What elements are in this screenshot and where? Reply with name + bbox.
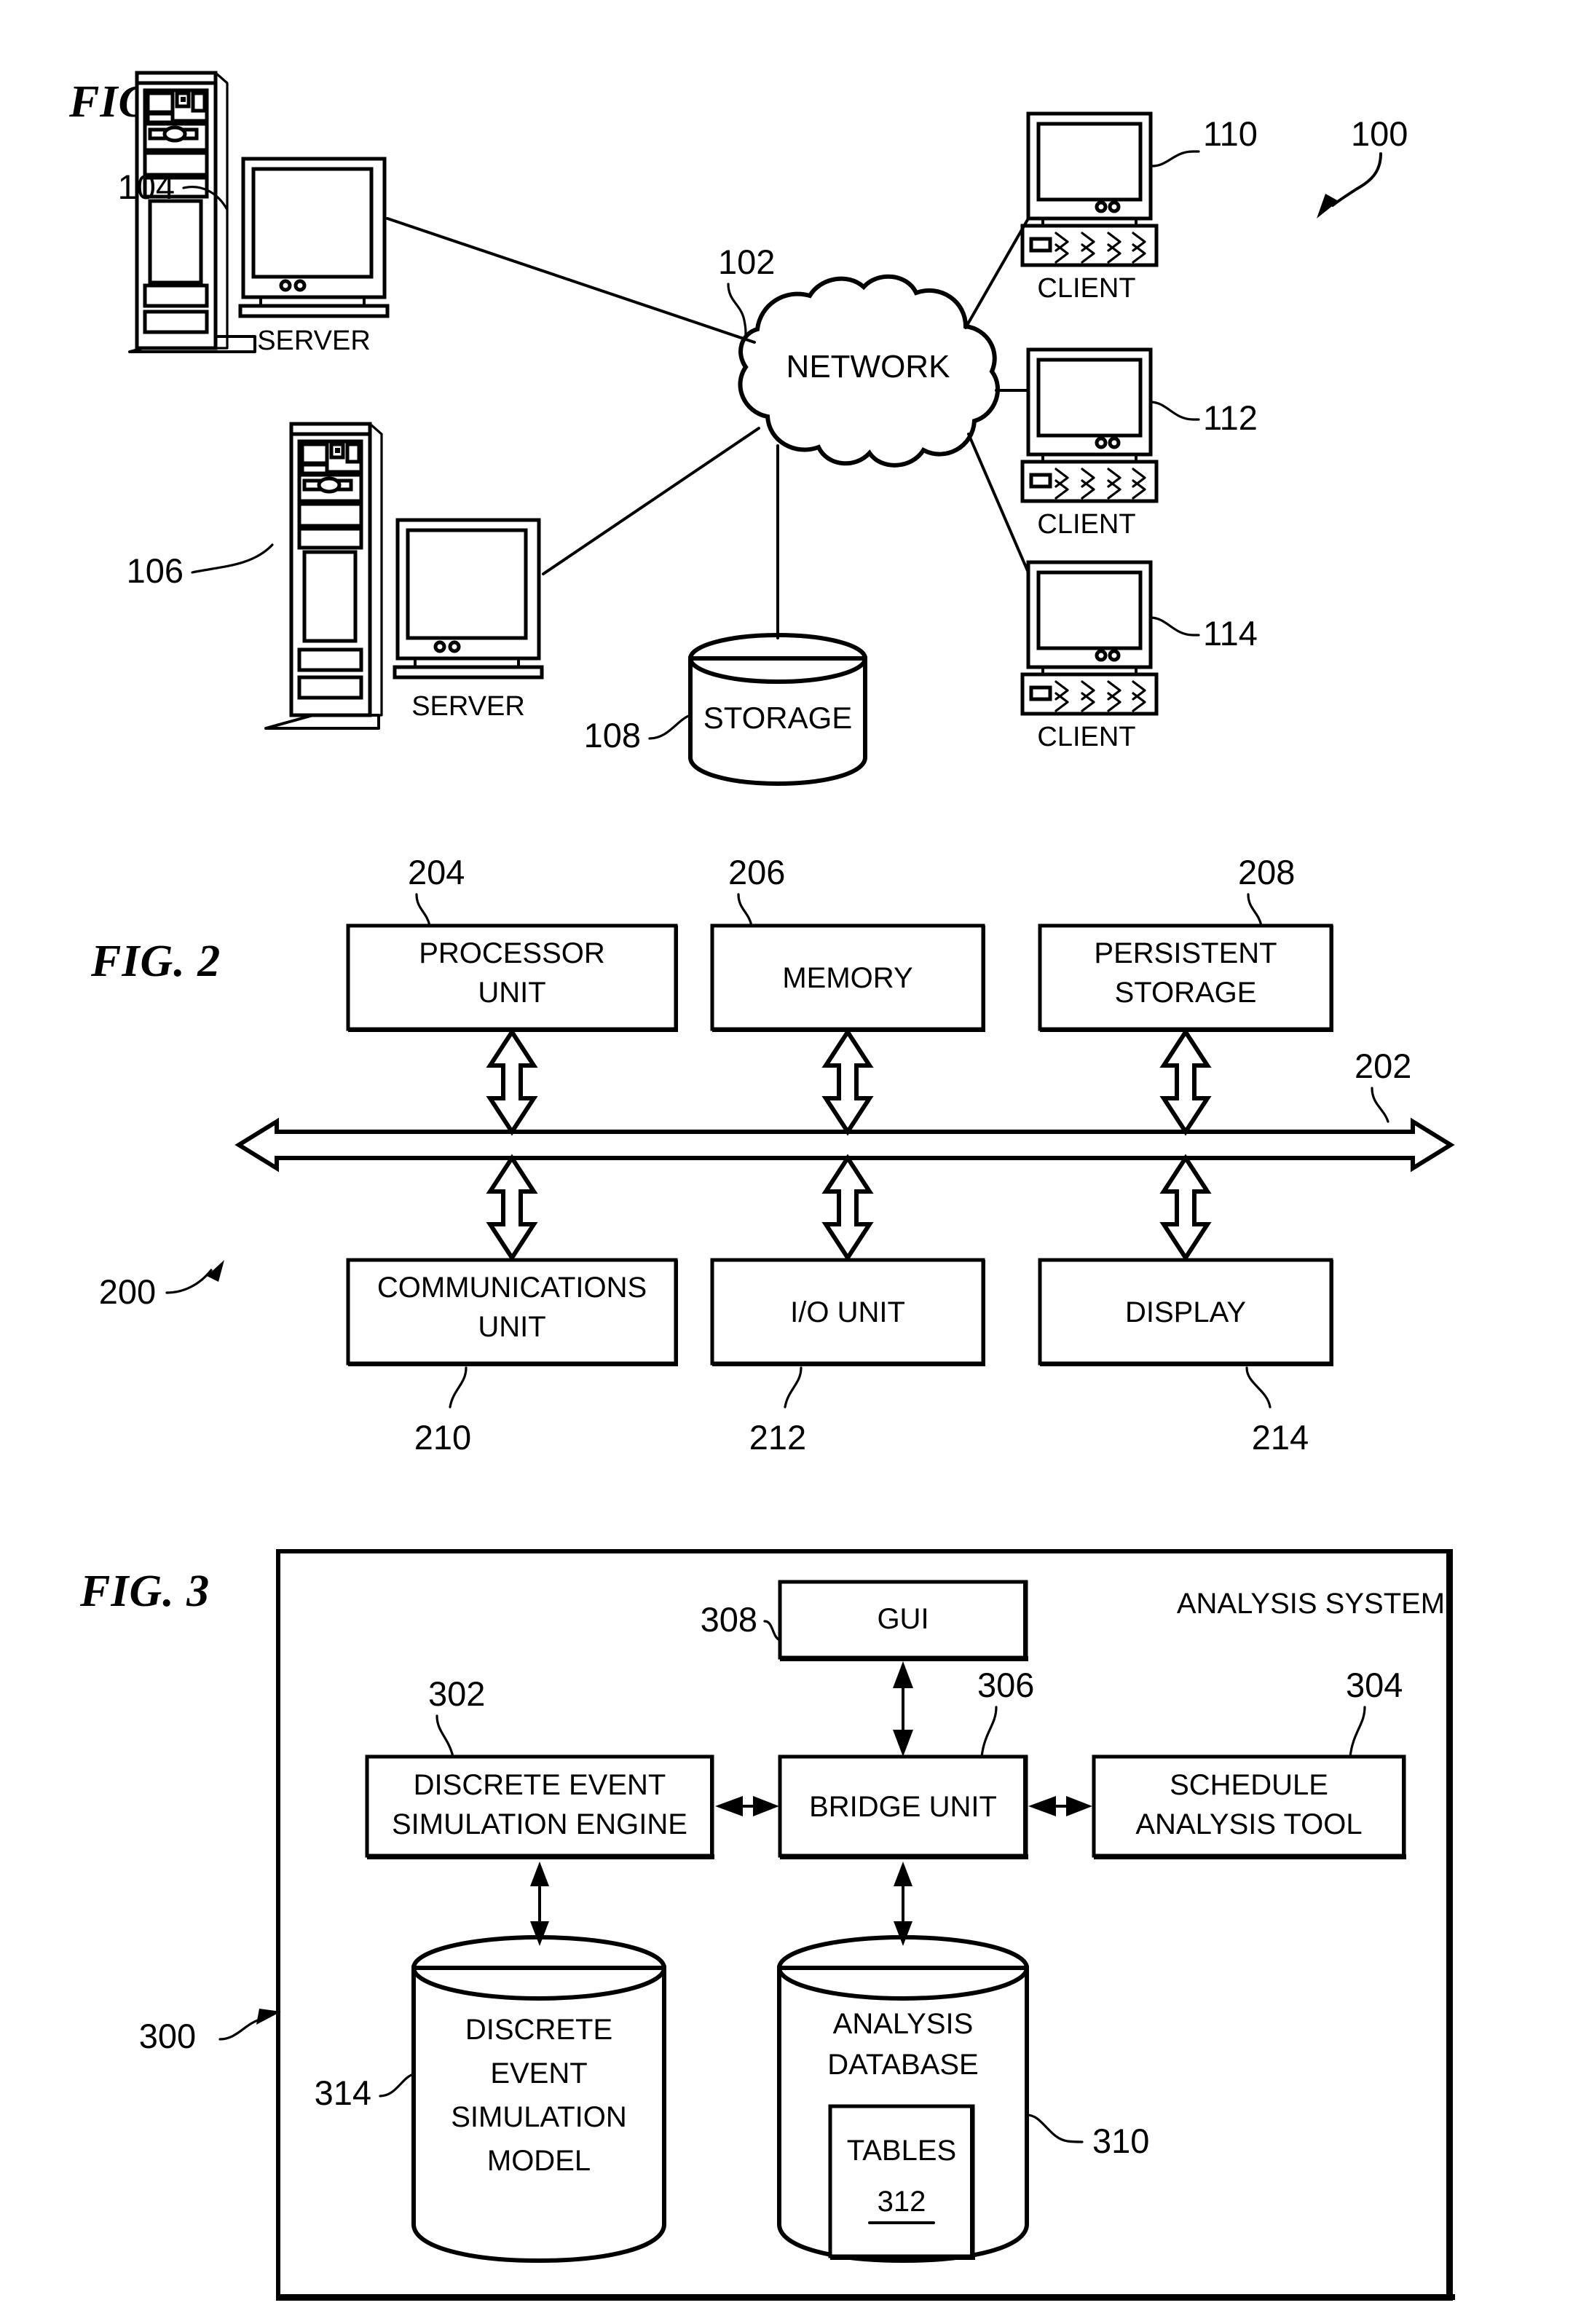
fig3-cyl-0-line-2: SIMULATION xyxy=(451,2101,627,2133)
client-114: CLIENT xyxy=(1020,560,1159,752)
fig2-box-0-ref: 204 xyxy=(408,853,465,891)
fig2-box-memory: MEMORY xyxy=(710,923,985,1032)
fig1-system-ref: 100 xyxy=(1351,114,1408,153)
fig3-title: FIG. 3 xyxy=(79,1567,210,1616)
fig3-cyl-0-ref: 314 xyxy=(315,2073,371,2112)
client-110-ref: 110 xyxy=(1203,114,1258,153)
fig3-box-1-line2: SIMULATION ENGINE xyxy=(392,1808,687,1840)
fig2-box-2-line1: PERSISTENT xyxy=(1094,937,1277,969)
fig2-box-0-line2: UNIT xyxy=(478,977,545,1009)
client-112: CLIENT xyxy=(1020,347,1159,540)
storage-label: STORAGE xyxy=(703,701,853,735)
fig3-box-gui: GUI xyxy=(778,1580,1028,1661)
fig2-box-communications-unit: COMMUNICATIONS UNIT xyxy=(346,1258,678,1366)
server-106-ref: 106 xyxy=(127,551,184,590)
fig3-cyl-1-ref: 310 xyxy=(1092,2122,1149,2160)
fig2-box-1-ref: 206 xyxy=(728,853,785,891)
storage-ref: 108 xyxy=(584,716,641,755)
fig3-cyl-1-line-0: ANALYSIS xyxy=(833,2008,974,2040)
fig3-box-schedule-analysis-tool: SCHEDULE ANALYSIS TOOL xyxy=(1092,1754,1406,1859)
fig2-box-4-line1: I/O UNIT xyxy=(790,1296,905,1328)
fig3-box-3-line1: SCHEDULE xyxy=(1170,1769,1328,1801)
storage-cylinder: STORAGE xyxy=(688,633,867,787)
fig2-box-2-ref: 208 xyxy=(1238,853,1295,891)
fig3-cyl-1-inner-ref: 312 xyxy=(878,2186,926,2218)
fig3-system-title: ANALYSIS SYSTEM xyxy=(1177,1588,1445,1620)
fig2-box-io-unit: I/O UNIT xyxy=(710,1258,985,1366)
fig3-box-1-ref: 302 xyxy=(428,1674,485,1713)
server-104: SERVER xyxy=(128,71,390,356)
fig2-box-5-line1: DISPLAY xyxy=(1125,1296,1246,1328)
server-106-label: SERVER xyxy=(411,691,525,722)
client-114-label: CLIENT xyxy=(1037,722,1135,752)
fig3-box-2-ref: 306 xyxy=(977,1666,1034,1704)
fig3-box-3-ref: 304 xyxy=(1346,1666,1403,1704)
fig2-box-processor-unit: PROCESSOR UNIT xyxy=(346,923,678,1032)
patent-figure-sheet: FIG. 1 100 SERVER 104 SERVER 106 NETWORK… xyxy=(0,0,1573,2324)
fig3-cyl-0-line-3: MODEL xyxy=(487,2145,591,2177)
client-112-label: CLIENT xyxy=(1037,509,1135,540)
fig3-box-bridge-unit: BRIDGE UNIT xyxy=(778,1754,1028,1859)
fig2-box-4-ref: 212 xyxy=(749,1418,806,1457)
fig3-box-simulation-engine: DISCRETE EVENT SIMULATION ENGINE xyxy=(365,1754,714,1859)
fig2-top-arrows xyxy=(486,1028,1212,1136)
fig2-title: FIG. 2 xyxy=(90,937,221,986)
fig3-box-3-line2: ANALYSIS TOOL xyxy=(1135,1808,1362,1840)
fig2-box-3-ref: 210 xyxy=(414,1418,471,1457)
server-104-ref: 104 xyxy=(118,168,175,206)
network-cloud: NETWORK xyxy=(738,274,1001,468)
fig3-cyl-0-line-0: DISCRETE xyxy=(465,2014,612,2046)
client-112-ref: 112 xyxy=(1203,398,1258,437)
fig3-cyl-0-line-1: EVENT xyxy=(490,2057,587,2089)
fig2-box-persistent-storage: PERSISTENT STORAGE xyxy=(1038,923,1333,1032)
fig3-cyl-1-line-1: DATABASE xyxy=(827,2049,978,2081)
figure-1-network-diagram: FIG. 1 100 SERVER 104 SERVER 106 NETWORK… xyxy=(68,71,1455,2301)
client-114-ref: 114 xyxy=(1203,614,1258,653)
fig2-system-ref: 200 xyxy=(99,1272,156,1311)
client-110: CLIENT xyxy=(1020,111,1159,304)
fig2-box-1-line1: MEMORY xyxy=(782,962,912,994)
fig3-box-0-line1: GUI xyxy=(877,1603,929,1635)
network-label: NETWORK xyxy=(786,349,950,385)
fig3-cyl-1-inner-label: TABLES xyxy=(847,2135,956,2167)
server-104-label: SERVER xyxy=(257,326,371,356)
fig3-box-2-line1: BRIDGE UNIT xyxy=(809,1791,997,1823)
fig2-box-display: DISPLAY xyxy=(1038,1258,1333,1366)
client-110-label: CLIENT xyxy=(1037,273,1135,304)
fig2-box-0-line1: PROCESSOR xyxy=(419,937,605,969)
fig3-box-1-line1: DISCRETE EVENT xyxy=(414,1769,666,1801)
fig2-box-2-line2: STORAGE xyxy=(1115,977,1257,1009)
fig3-system-ref: 300 xyxy=(139,2017,196,2055)
server-106: SERVER xyxy=(264,422,544,730)
fig2-box-3-line1: COMMUNICATIONS xyxy=(377,1272,647,1304)
network-ref: 102 xyxy=(718,243,775,281)
fig2-bottom-arrows xyxy=(486,1154,1212,1262)
fig2-box-5-ref: 214 xyxy=(1252,1418,1309,1457)
fig2-box-3-line2: UNIT xyxy=(478,1311,545,1343)
bus-202-ref: 202 xyxy=(1355,1047,1411,1085)
fig3-box-0-ref: 308 xyxy=(701,1600,757,1639)
